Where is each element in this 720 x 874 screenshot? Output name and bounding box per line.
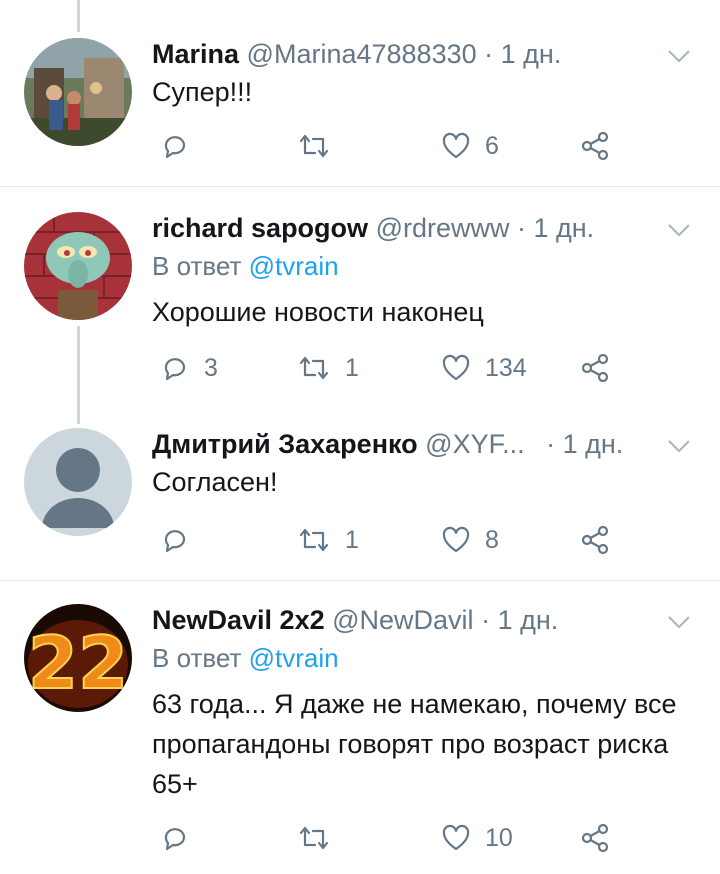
tweet-header: Marina @Marina47888330 · 1 дн. — [152, 38, 561, 70]
timestamp[interactable]: · 1 дн. — [481, 605, 558, 635]
user-handle[interactable]: @XYF... — [425, 429, 524, 459]
reply-context: В ответ @tvrain — [152, 250, 339, 282]
avatar[interactable] — [24, 38, 132, 146]
thread-line-top — [77, 0, 80, 32]
retweet-count: 1 — [345, 525, 359, 554]
like-button[interactable]: 8 — [441, 520, 499, 560]
share-button[interactable] — [580, 348, 610, 388]
timestamp[interactable]: · 1 дн. — [517, 213, 594, 243]
user-handle[interactable]: @NewDavil — [332, 605, 473, 635]
retweet-icon — [299, 826, 329, 850]
avatar[interactable]: 22 — [24, 604, 132, 712]
tweet-newdavil[interactable]: 22 NewDavil 2x2 @NewDavil · 1 дн. В отве… — [0, 604, 720, 869]
like-icon — [442, 526, 470, 553]
reply-button[interactable] — [160, 818, 204, 858]
reply-icon — [164, 828, 186, 851]
chevron-down-icon[interactable] — [666, 220, 692, 240]
tweet-header: richard sapogow @rdrewww · 1 дн. — [152, 212, 594, 244]
timestamp[interactable]: · 1 дн. — [546, 429, 623, 459]
like-button[interactable]: 10 — [441, 818, 513, 858]
like-count: 134 — [485, 353, 527, 382]
share-icon — [581, 353, 609, 383]
tweet-richard[interactable]: richard sapogow @rdrewww · 1 дн. В ответ… — [0, 212, 720, 402]
reply-prefix: В ответ — [152, 643, 242, 673]
like-count: 10 — [485, 823, 513, 852]
display-name[interactable]: NewDavil 2x2 — [152, 605, 325, 635]
retweet-button[interactable] — [297, 126, 345, 166]
avatar[interactable] — [24, 428, 132, 536]
reply-icon — [164, 358, 186, 381]
user-handle[interactable]: @Marina47888330 — [247, 39, 477, 69]
reply-button[interactable] — [160, 520, 204, 560]
tweet-header: NewDavil 2x2 @NewDavil · 1 дн. — [152, 604, 558, 636]
share-button[interactable] — [580, 126, 610, 166]
reply-icon — [164, 136, 186, 159]
reply-prefix: В ответ — [152, 251, 242, 281]
chevron-down-icon[interactable] — [666, 436, 692, 456]
share-button[interactable] — [580, 818, 610, 858]
tweet-header: Дмитрий Захаренко @XYF... · 1 дн. — [152, 428, 623, 460]
display-name[interactable]: Marina — [152, 39, 239, 69]
like-count: 6 — [485, 131, 499, 160]
svg-text:22: 22 — [28, 621, 128, 705]
reply-button[interactable]: 3 — [160, 348, 218, 388]
chevron-down-icon[interactable] — [666, 46, 692, 66]
display-name[interactable]: Дмитрий Захаренко — [152, 429, 418, 459]
retweet-button[interactable]: 1 — [297, 348, 359, 388]
like-icon — [442, 132, 470, 159]
tweet-text: Супер!!! — [152, 77, 253, 107]
share-icon — [581, 131, 609, 161]
like-icon — [442, 354, 470, 381]
reply-icon — [164, 530, 186, 553]
tweet-text: 63 года... Я даже не намекаю, почему все… — [152, 689, 677, 799]
reply-mention-link[interactable]: @tvrain — [249, 643, 339, 673]
display-name[interactable]: richard sapogow — [152, 213, 368, 243]
timestamp[interactable]: · 1 дн. — [484, 39, 561, 69]
share-button[interactable] — [580, 520, 610, 560]
tweet-marina[interactable]: Marina @Marina47888330 · 1 дн. Супер!!! … — [0, 38, 720, 188]
share-icon — [581, 823, 609, 853]
reply-button[interactable] — [160, 126, 204, 166]
retweet-icon — [299, 134, 329, 158]
retweet-button[interactable]: 1 — [297, 520, 359, 560]
reply-count: 3 — [204, 353, 218, 382]
share-icon — [581, 525, 609, 555]
reply-mention-link[interactable]: @tvrain — [249, 251, 339, 281]
tweet-actions: 10 — [152, 818, 622, 858]
tweet-text: Согласен! — [152, 467, 278, 497]
like-icon — [442, 824, 470, 851]
tweet-dmitry[interactable]: Дмитрий Захаренко @XYF... · 1 дн. Соглас… — [0, 428, 720, 578]
retweet-count: 1 — [345, 353, 359, 382]
retweet-button[interactable] — [297, 818, 345, 858]
tweet-text: Хорошие новости наконец — [152, 297, 484, 327]
divider — [0, 186, 720, 187]
divider — [0, 580, 720, 581]
tweet-actions: 6 — [152, 126, 622, 166]
tweet-actions: 1 8 — [152, 520, 622, 560]
retweet-icon — [299, 528, 329, 552]
like-button[interactable]: 6 — [441, 126, 499, 166]
like-count: 8 — [485, 525, 499, 554]
like-button[interactable]: 134 — [441, 348, 527, 388]
tweet-actions: 3 1 134 — [152, 348, 622, 388]
reply-context: В ответ @tvrain — [152, 642, 339, 674]
user-handle[interactable]: @rdrewww — [376, 213, 510, 243]
chevron-down-icon[interactable] — [666, 612, 692, 632]
avatar[interactable] — [24, 212, 132, 320]
retweet-icon — [299, 356, 329, 380]
